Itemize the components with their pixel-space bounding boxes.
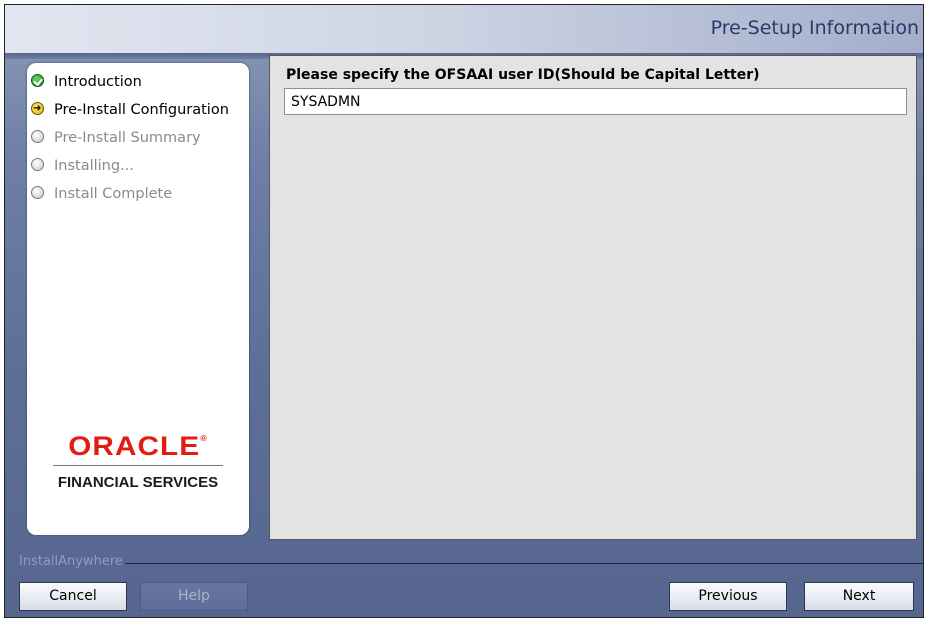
step-pre-install-summary: Pre-Install Summary xyxy=(27,124,249,152)
check-icon xyxy=(31,74,44,87)
arrow-right-icon xyxy=(31,95,44,123)
cancel-button[interactable]: Cancel xyxy=(19,582,127,611)
step-pre-install-configuration: Pre-Install Configuration xyxy=(27,95,249,124)
installanywhere-label: InstallAnywhere xyxy=(19,554,123,569)
step-label: Introduction xyxy=(54,74,142,90)
installer-window: Pre-Setup Information Introduction Pre-I… xyxy=(4,4,924,618)
circle-icon xyxy=(31,158,44,171)
title-bar: Pre-Setup Information xyxy=(5,5,923,53)
step-label: Install Complete xyxy=(54,186,173,202)
footer-divider xyxy=(125,563,923,564)
content-panel: Please specify the OFSAAI user ID(Should… xyxy=(269,55,917,540)
step-install-complete: Install Complete xyxy=(27,180,249,208)
logo-brand: ORACLE® xyxy=(68,431,208,461)
step-label: Pre-Install Summary xyxy=(54,130,201,146)
step-introduction: Introduction xyxy=(27,68,249,96)
user-id-input[interactable] xyxy=(284,88,907,115)
logo-tagline: FINANCIAL SERVICES xyxy=(57,474,219,491)
circle-icon xyxy=(31,130,44,143)
circle-icon xyxy=(31,186,44,199)
logo-divider xyxy=(53,465,223,466)
steps-panel: Introduction Pre-Install Configuration P… xyxy=(27,63,249,535)
user-id-label: Please specify the OFSAAI user ID(Should… xyxy=(286,67,760,83)
step-label: Pre-Install Configuration xyxy=(54,102,229,118)
oracle-logo: ORACLE® FINANCIAL SERVICES xyxy=(27,431,249,491)
step-label: Installing... xyxy=(54,158,134,174)
previous-button[interactable]: Previous xyxy=(669,582,787,611)
page-title: Pre-Setup Information xyxy=(710,17,919,39)
step-installing: Installing... xyxy=(27,152,249,180)
steps-list: Introduction Pre-Install Configuration P… xyxy=(27,68,249,208)
help-button[interactable]: Help xyxy=(140,582,248,611)
next-button[interactable]: Next xyxy=(804,582,914,611)
